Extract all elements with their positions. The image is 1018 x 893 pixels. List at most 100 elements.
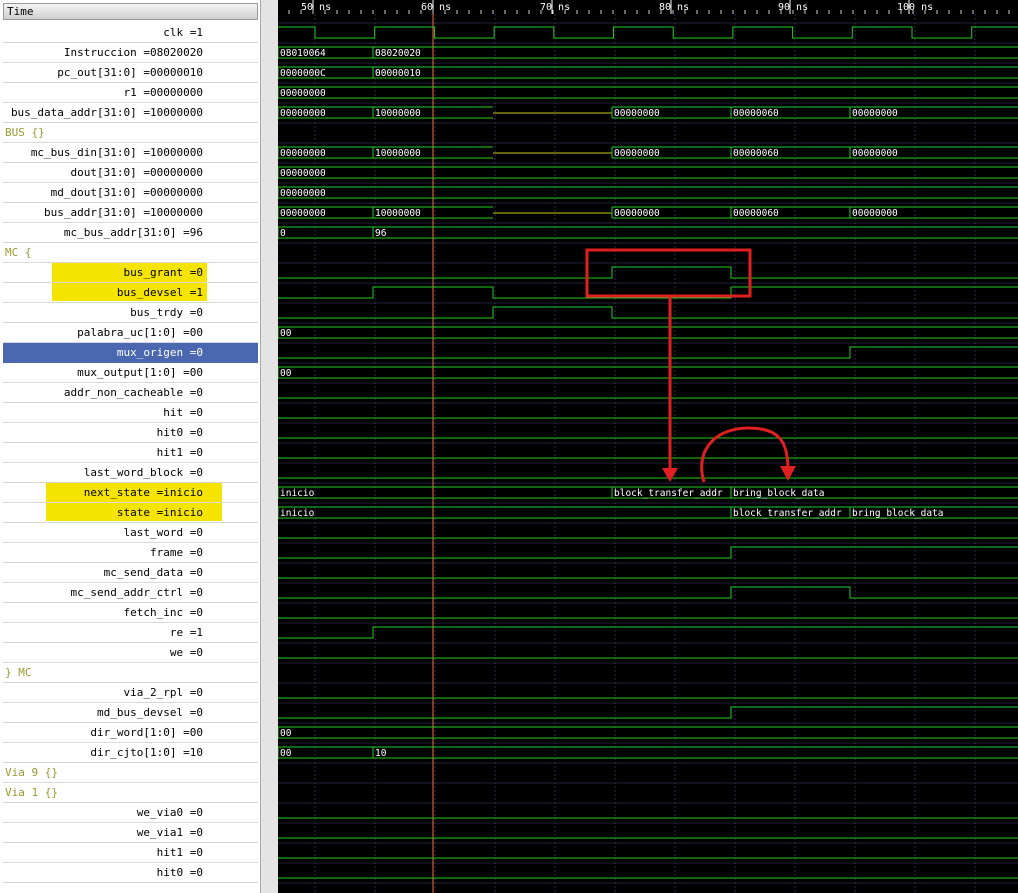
mc-bus-addr-value: 0 xyxy=(280,228,286,239)
signal-name-next_state[interactable]: next_state =inicio xyxy=(3,483,258,503)
mux-output-segment xyxy=(278,366,1018,379)
panel-splitter[interactable] xyxy=(260,0,278,893)
signal-label: mc_bus_addr[31:0] =96 xyxy=(63,226,203,239)
mux-output-value: 00 xyxy=(280,368,292,379)
annotation-arrowhead xyxy=(662,468,678,482)
waveform-canvas[interactable]: 50 ns 60 ns 70 ns 80 ns 90 ns 100 ns08010064 0… xyxy=(278,0,1018,893)
signal-name-bus_grant[interactable]: bus_grant =0 xyxy=(3,263,258,283)
signal-name-mux_output[interactable]: mux_output[1:0] =00 xyxy=(3,363,258,383)
pc-out-value: 0000000C xyxy=(280,68,326,79)
bus-grant-waveform xyxy=(278,266,1018,279)
dir-cjto-segment xyxy=(278,746,373,759)
signal-label: BUS {} xyxy=(5,126,45,139)
signal-name-fetch_inc[interactable]: fetch_inc =0 xyxy=(3,603,258,623)
signal-name-hit0[interactable]: hit0 =0 xyxy=(3,423,258,443)
re-waveform xyxy=(278,626,1018,639)
signal-name-addr_non_cacheable[interactable]: addr_non_cacheable =0 xyxy=(3,383,258,403)
signal-name-bus_data_addr[interactable]: bus_data_addr[31:0] =10000000 xyxy=(3,103,258,123)
mc-bus-addr-value: 96 xyxy=(375,228,387,239)
dout-segment xyxy=(278,166,1018,179)
signal-name-hit[interactable]: hit =0 xyxy=(3,403,258,423)
signal-name-md_bus_devsel[interactable]: md_bus_devsel =0 xyxy=(3,703,258,723)
md-dout-value: 00000000 xyxy=(280,188,326,199)
signal-label: Instruccion =08020020 xyxy=(63,46,203,59)
mc-bus-addr-segment xyxy=(278,226,373,239)
frame-waveform xyxy=(278,546,1018,559)
signal-group-grp_mc[interactable]: MC { xyxy=(3,243,258,263)
time-column-header[interactable]: Time xyxy=(3,3,258,20)
signal-label: palabra_uc[1:0] =00 xyxy=(77,326,203,339)
signal-name-mc_bus_addr[interactable]: mc_bus_addr[31:0] =96 xyxy=(3,223,258,243)
signal-label: frame =0 xyxy=(150,546,203,559)
ruler-tick-label: 70 ns xyxy=(540,2,570,13)
next-state-value: inicio xyxy=(280,488,315,499)
signal-name-mux_origen[interactable]: mux_origen =0 xyxy=(3,343,258,363)
dir-word-value: 00 xyxy=(280,728,292,739)
signal-name-we_via1[interactable]: we_via1 =0 xyxy=(3,823,258,843)
instruccion-value: 08020020 xyxy=(375,48,421,59)
bus-trdy-waveform xyxy=(278,306,1018,319)
signal-label: hit1 =0 xyxy=(156,446,203,459)
next-state-value: bring_block_data xyxy=(733,488,825,499)
signal-name-dir_word[interactable]: dir_word[1:0] =00 xyxy=(3,723,258,743)
signal-label: we_via0 =0 xyxy=(136,806,203,819)
signal-group-grp_mc_end[interactable]: } MC xyxy=(3,663,258,683)
signal-name-dir_cjto[interactable]: dir_cjto[1:0] =10 xyxy=(3,743,258,763)
pc-out-segment xyxy=(372,66,1018,79)
signal-name-clk[interactable]: clk =1 xyxy=(3,23,258,43)
signal-name-hit1b[interactable]: hit1 =0 xyxy=(3,843,258,863)
bus-addr-value: 00000000 xyxy=(614,208,660,219)
pc-out-value: 00000010 xyxy=(375,68,421,79)
signal-label: Via 1 {} xyxy=(5,786,58,799)
signal-label: } MC xyxy=(5,666,32,679)
signal-group-grp_via1[interactable]: Via 1 {} xyxy=(3,783,258,803)
signal-name-md_dout[interactable]: md_dout[31:0] =00000000 xyxy=(3,183,258,203)
signal-label: addr_non_cacheable =0 xyxy=(63,386,203,399)
signal-label: hit1 =0 xyxy=(156,846,203,859)
signal-name-hit0b[interactable]: hit0 =0 xyxy=(3,863,258,883)
signal-label: fetch_inc =0 xyxy=(123,606,203,619)
state-value: bring_block_data xyxy=(852,508,944,519)
signal-label: bus_devsel =1 xyxy=(116,286,203,299)
signal-name-bus_addr[interactable]: bus_addr[31:0] =10000000 xyxy=(3,203,258,223)
signal-name-instr[interactable]: Instruccion =08020020 xyxy=(3,43,258,63)
signal-name-bus_trdy[interactable]: bus_trdy =0 xyxy=(3,303,258,323)
signal-label: re =1 xyxy=(169,626,203,639)
signal-label: mux_origen =0 xyxy=(116,346,203,359)
signal-label: we_via1 =0 xyxy=(136,826,203,839)
bus-addr-value: 00000000 xyxy=(852,208,898,219)
signal-name-via_2_rpl[interactable]: via_2_rpl =0 xyxy=(3,683,258,703)
signal-name-frame[interactable]: frame =0 xyxy=(3,543,258,563)
signal-name-pc_out[interactable]: pc_out[31:0] =00000010 xyxy=(3,63,258,83)
signal-name-r1[interactable]: r1 =00000000 xyxy=(3,83,258,103)
mc-bus-din-value: 00000000 xyxy=(852,148,898,159)
signal-name-we_via0[interactable]: we_via0 =0 xyxy=(3,803,258,823)
signal-name-re[interactable]: re =1 xyxy=(3,623,258,643)
clk-waveform xyxy=(278,26,1018,39)
signal-label: mc_send_addr_ctrl =0 xyxy=(70,586,203,599)
waveform-panel[interactable]: 50 ns 60 ns 70 ns 80 ns 90 ns 100 ns 08010064 0… xyxy=(278,0,1018,893)
signal-group-grp_bus[interactable]: BUS {} xyxy=(3,123,258,143)
signal-name-state[interactable]: state =inicio xyxy=(3,503,258,523)
signal-name-dout[interactable]: dout[31:0] =00000000 xyxy=(3,163,258,183)
signal-name-we[interactable]: we =0 xyxy=(3,643,258,663)
signal-group-grp_via9[interactable]: Via 9 {} xyxy=(3,763,258,783)
ruler-tick-label: 50 ns xyxy=(301,2,331,13)
mc-bus-addr-segment xyxy=(372,226,1018,239)
signal-name-palabra_uc[interactable]: palabra_uc[1:0] =00 xyxy=(3,323,258,343)
dir-cjto-segment xyxy=(372,746,1018,759)
signal-name-mc_send_data[interactable]: mc_send_data =0 xyxy=(3,563,258,583)
signal-name-hit1[interactable]: hit1 =0 xyxy=(3,443,258,463)
annotation-curved-arrowhead xyxy=(780,466,796,481)
signal-name-last_word_block[interactable]: last_word_block =0 xyxy=(3,463,258,483)
ruler-tick-label: 100 ns xyxy=(897,2,933,13)
signal-name-last_word[interactable]: last_word =0 xyxy=(3,523,258,543)
next-state-segment xyxy=(278,486,612,499)
signal-label: md_bus_devsel =0 xyxy=(97,706,203,719)
signal-label: md_dout[31:0] =00000000 xyxy=(50,186,203,199)
state-value: inicio xyxy=(280,508,315,519)
signal-name-bus_devsel[interactable]: bus_devsel =1 xyxy=(3,283,258,303)
signal-name-mc_send_addr_ctrl[interactable]: mc_send_addr_ctrl =0 xyxy=(3,583,258,603)
signal-label: hit =0 xyxy=(163,406,203,419)
signal-name-mc_bus_din[interactable]: mc_bus_din[31:0] =10000000 xyxy=(3,143,258,163)
